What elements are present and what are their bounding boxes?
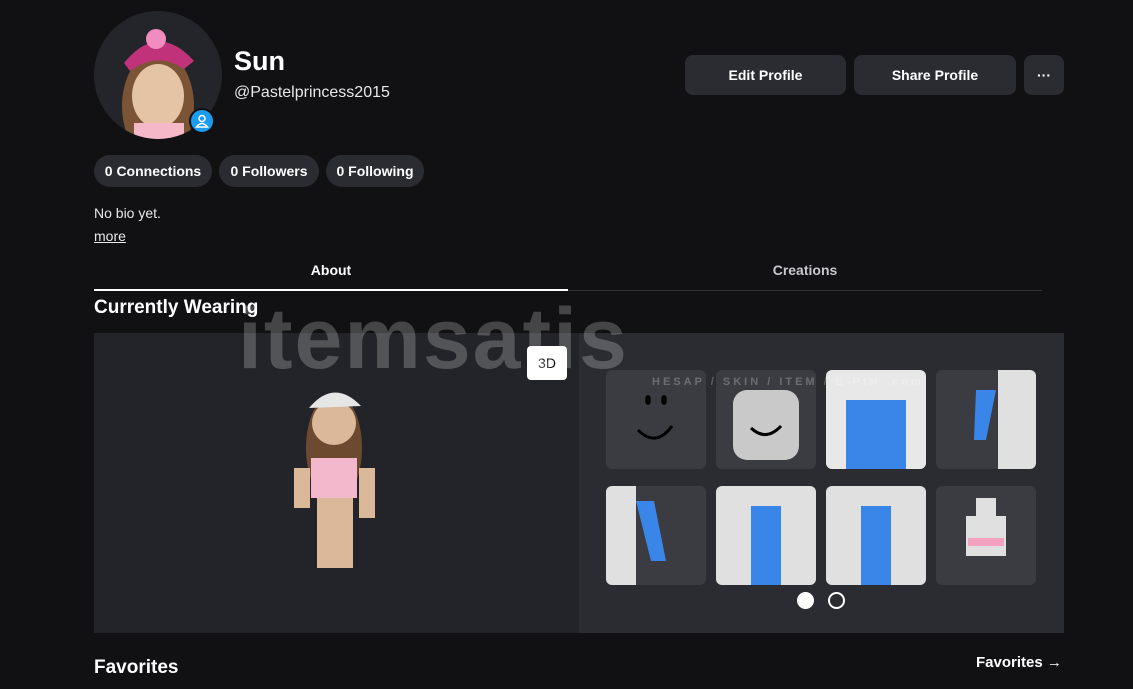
share-profile-button[interactable]: Share Profile xyxy=(854,55,1016,95)
following-button[interactable]: 0 Following xyxy=(326,155,424,187)
bio-text: No bio yet. xyxy=(94,205,161,221)
item-right-arm[interactable] xyxy=(936,370,1036,469)
username: @Pastelprincess2015 xyxy=(234,84,390,101)
followers-button[interactable]: 0 Followers xyxy=(219,155,319,187)
more-options-button[interactable]: ··· xyxy=(1024,55,1064,95)
tab-creations[interactable]: Creations xyxy=(568,250,1042,291)
watermark-tagline: HESAP / SKIN / ITEM / E-PIN .com xyxy=(652,376,924,388)
more-link[interactable]: more xyxy=(94,228,126,244)
avatar-3d-figure xyxy=(294,392,375,568)
item-outfit[interactable] xyxy=(936,486,1036,585)
carousel-dot-1[interactable] xyxy=(797,592,814,609)
carousel-dot-2[interactable] xyxy=(828,592,845,609)
user-icon xyxy=(189,108,215,134)
item-left-leg[interactable] xyxy=(716,486,816,585)
item-left-arm[interactable] xyxy=(606,486,706,585)
display-name: Sun xyxy=(234,46,285,76)
tab-about[interactable]: About xyxy=(94,250,568,291)
currently-wearing-title: Currently Wearing xyxy=(94,297,259,318)
item-right-leg[interactable] xyxy=(826,486,926,585)
edit-profile-button[interactable]: Edit Profile xyxy=(685,55,846,95)
3d-toggle-button[interactable]: 3D xyxy=(527,346,567,380)
connections-button[interactable]: 0 Connections xyxy=(94,155,212,187)
favorites-link[interactable]: Favorites → xyxy=(976,654,1062,671)
favorites-title: Favorites xyxy=(94,657,179,678)
